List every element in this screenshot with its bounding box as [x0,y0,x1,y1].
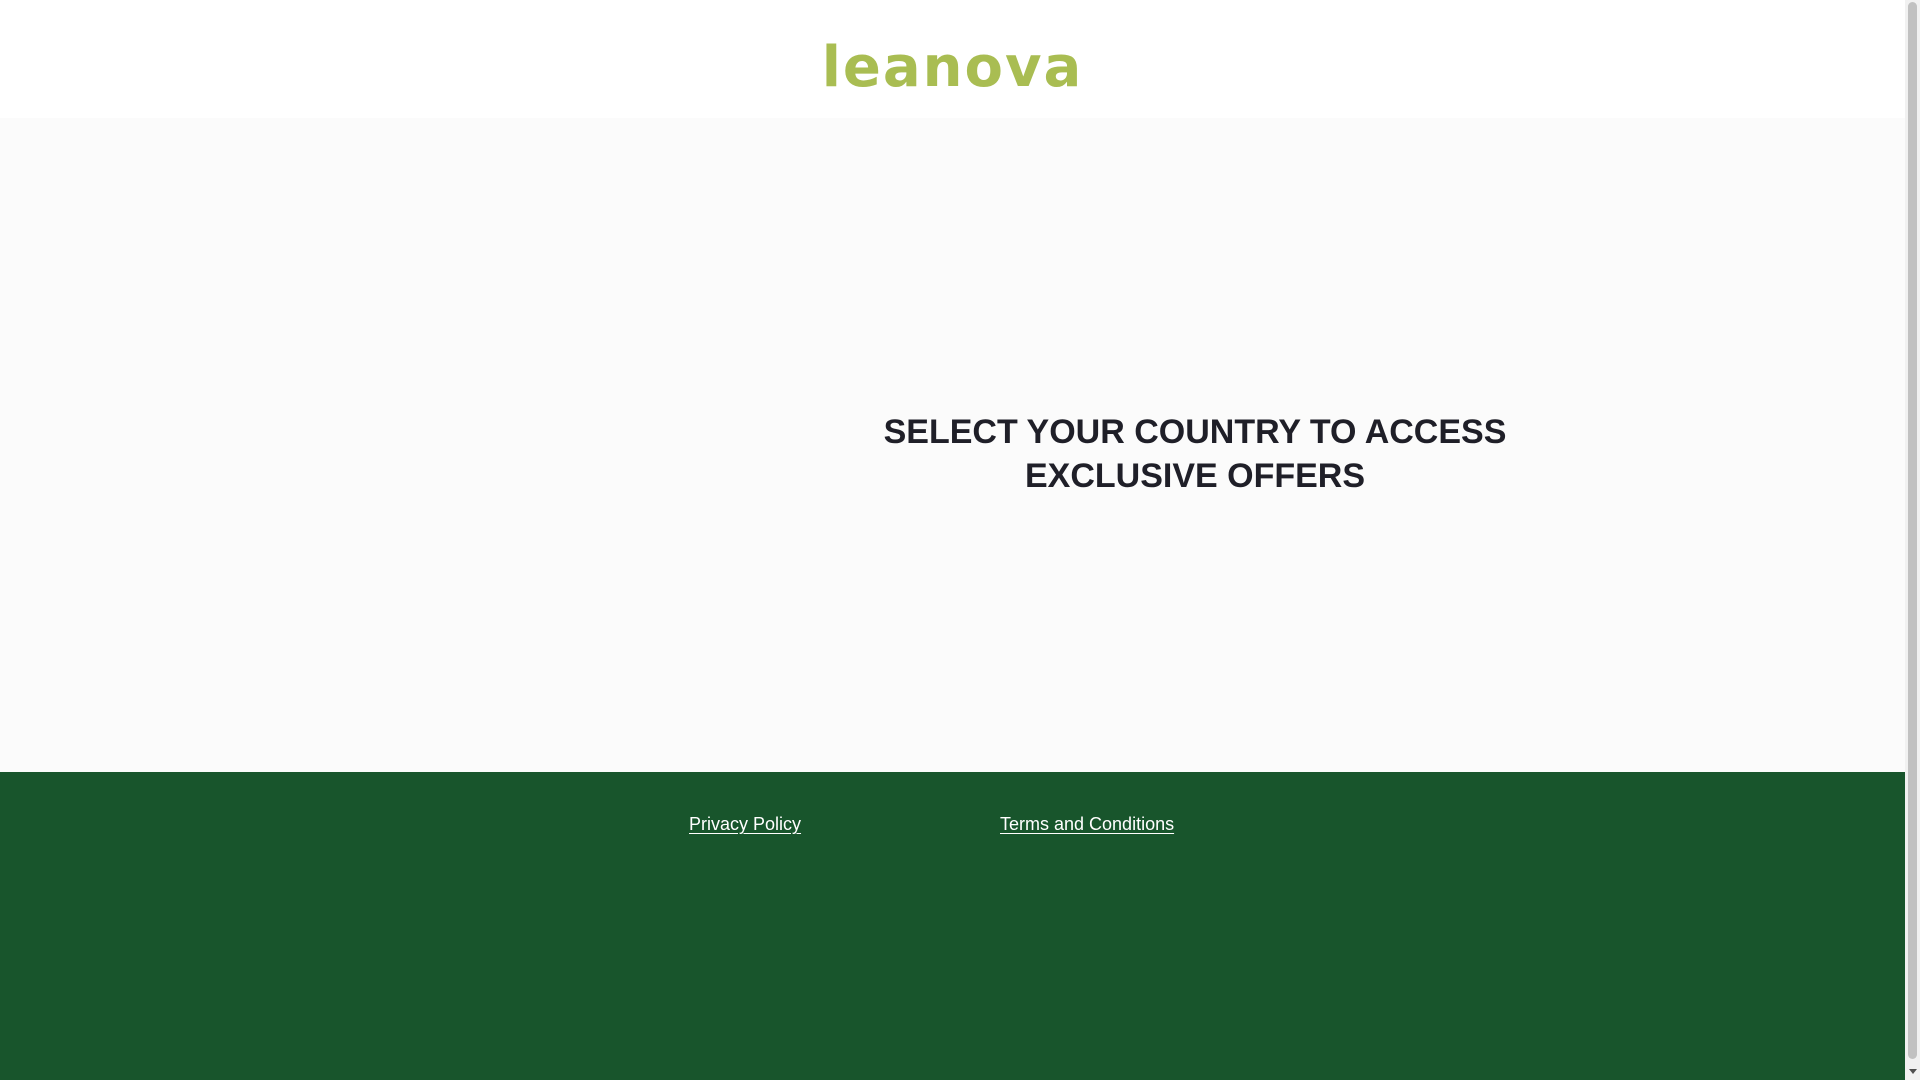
hero-headline-line-2: EXCLUSIVE OFFERS [1024,457,1366,495]
privacy-policy-link[interactable]: Privacy Policy [689,812,801,836]
hero-headline: SELECT YOUR COUNTRY TO ACCESS EXCLUSIVE … [860,410,1530,498]
page: leanova SELECT YOUR COUNTRY TO ACCESS EX… [0,0,1905,1080]
brand-logo[interactable]: leanova [0,32,1905,104]
site-footer: Privacy Policy Terms and Conditions [0,772,1905,1080]
scrollbar-thumb[interactable] [1908,2,1917,1059]
vertical-scrollbar[interactable] [1905,0,1920,1080]
scroll-down-arrow-icon[interactable] [1905,1063,1920,1080]
terms-and-conditions-link[interactable]: Terms and Conditions [1000,812,1174,836]
hero-headline-line-1: SELECT YOUR COUNTRY TO ACCESS [883,413,1507,451]
site-header: leanova [0,0,1905,118]
hero-section: SELECT YOUR COUNTRY TO ACCESS EXCLUSIVE … [0,118,1905,772]
